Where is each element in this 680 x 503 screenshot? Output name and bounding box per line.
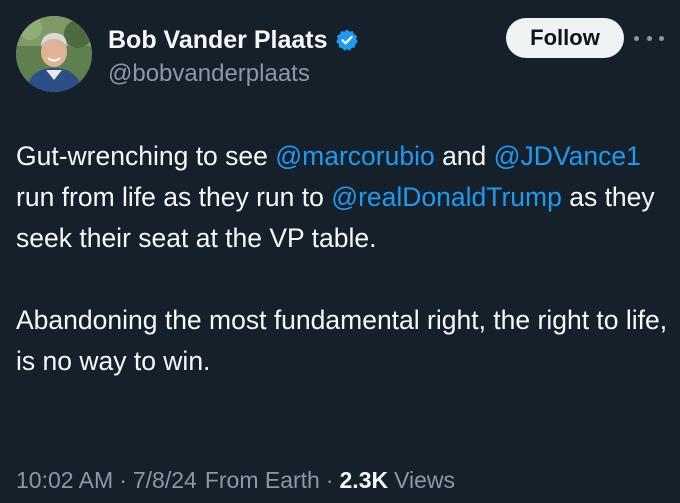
more-dot xyxy=(659,35,664,41)
tweet-timestamp[interactable]: 10:02 AM xyxy=(16,467,113,494)
author-handle[interactable]: @bobvanderplaats xyxy=(108,60,310,88)
more-dot xyxy=(646,35,652,41)
tweet-text: Gut-wrenching to see @marcorubio and @JD… xyxy=(16,136,668,382)
mention-link-marcorubio[interactable]: @marcorubio xyxy=(275,141,434,171)
tweet-paragraph: Gut-wrenching to see @marcorubio and @JD… xyxy=(16,136,668,259)
tweet-source: From Earth xyxy=(204,466,320,493)
follow-button[interactable]: Follow xyxy=(506,18,624,58)
mention-link-realdonaldtrump[interactable]: @realDonaldTrump xyxy=(331,182,562,212)
verified-badge-icon[interactable] xyxy=(335,28,359,52)
avatar[interactable] xyxy=(16,16,92,92)
meta-separator: · xyxy=(325,466,334,493)
views-count[interactable]: 2.3K xyxy=(340,467,389,494)
views-label: Views xyxy=(394,466,456,493)
tweet-text-segment: run from life as they run to xyxy=(16,182,332,212)
tweet-date[interactable]: 7/8/24 xyxy=(133,467,197,494)
author-display-name[interactable]: Bob Vander Plaats xyxy=(108,26,328,55)
meta-separator: · xyxy=(119,466,127,493)
tweet-paragraph: Abandoning the most fundamental right, t… xyxy=(16,305,668,376)
tweet-text-segment: Gut-wrenching to see xyxy=(16,141,276,171)
tweet-header: Bob Vander Plaats @bobvanderplaats Follo… xyxy=(16,16,664,96)
mention-link-jdvance1[interactable]: @JDVance1 xyxy=(494,141,641,171)
avatar-image xyxy=(16,16,92,92)
more-dot xyxy=(634,35,639,41)
tweet-card: Bob Vander Plaats @bobvanderplaats Follo… xyxy=(0,0,680,503)
more-horizontal-icon[interactable] xyxy=(634,28,664,48)
name-row: Bob Vander Plaats xyxy=(108,24,359,56)
tweet-meta: 10:02 AM · 7/8/24 From Earth · 2.3K View… xyxy=(16,463,455,497)
tweet-text-segment: and xyxy=(434,141,494,171)
